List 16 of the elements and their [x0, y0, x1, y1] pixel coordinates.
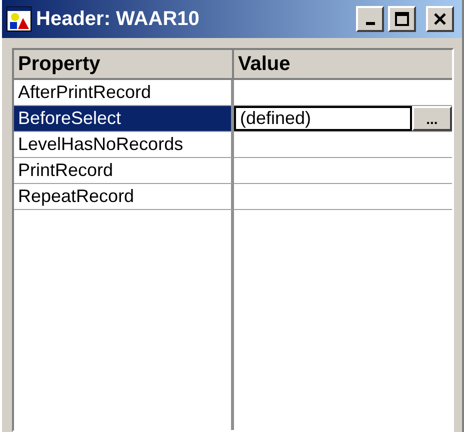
- column-header[interactable]: Value: [234, 50, 452, 80]
- column-header[interactable]: Property: [14, 50, 234, 80]
- value-field[interactable]: (defined): [234, 106, 412, 131]
- property-name[interactable]: RepeatRecord: [14, 184, 234, 210]
- property-name[interactable]: BeforeSelect: [14, 106, 234, 132]
- minimize-icon: [366, 22, 374, 24]
- app-icon: [6, 6, 32, 32]
- property-name[interactable]: LevelHasNoRecords: [14, 132, 234, 158]
- maximize-button[interactable]: [388, 6, 416, 32]
- close-button[interactable]: [426, 6, 454, 32]
- minimize-button[interactable]: [356, 6, 384, 32]
- ellipsis-button[interactable]: ...: [412, 106, 452, 131]
- property-name[interactable]: PrintRecord: [14, 158, 234, 184]
- close-icon: [434, 13, 446, 25]
- window-title: Header: WAAR10: [36, 8, 200, 30]
- maximize-icon: [395, 12, 409, 26]
